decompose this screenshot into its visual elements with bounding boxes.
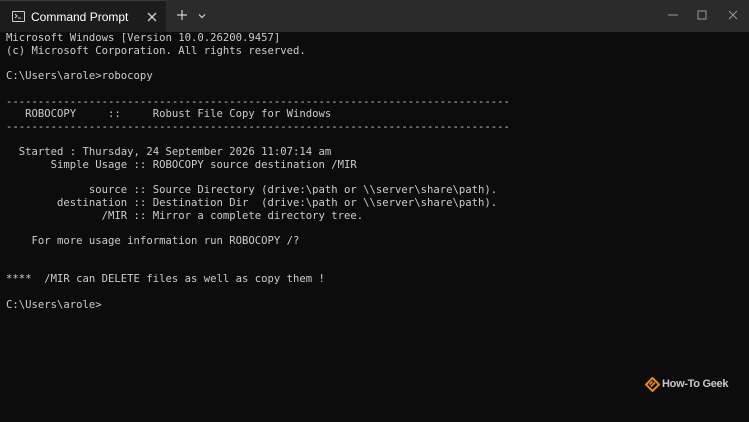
terminal-line: C:\Users\arole>robocopy <box>6 70 153 83</box>
terminal-line: For more usage information run ROBOCOPY … <box>6 235 300 248</box>
tab-command-prompt[interactable]: Command Prompt <box>0 0 166 32</box>
terminal-text: Microsoft Windows [Version 10.0.26200.94… <box>6 32 510 311</box>
terminal-line: Started : Thursday, 24 September 2026 11… <box>6 146 332 159</box>
terminal-line: (c) Microsoft Corporation. All rights re… <box>6 44 306 57</box>
terminal-line: Simple Usage :: ROBOCOPY source destinat… <box>6 159 357 172</box>
tab-title: Command Prompt <box>31 10 129 24</box>
terminal-line: Microsoft Windows [Version 10.0.26200.94… <box>6 32 281 44</box>
watermark-text: How-To Geek <box>662 378 729 390</box>
terminal-line: source :: Source Directory (drive:\path … <box>6 184 498 197</box>
htg-logo-icon <box>644 376 661 397</box>
terminal-line: ROBOCOPY :: Robust File Copy for Windows <box>6 108 332 121</box>
chevron-down-icon[interactable] <box>196 9 208 21</box>
title-bar: Command Prompt <box>0 0 749 32</box>
terminal-icon <box>12 11 25 22</box>
terminal-line: destination :: Destination Dir (drive:\p… <box>6 197 498 210</box>
terminal-line: **** /MIR can DELETE files as well as co… <box>6 273 325 286</box>
close-icon[interactable] <box>145 10 159 24</box>
terminal-line: /MIR :: Mirror a complete directory tree… <box>6 209 364 222</box>
terminal-line: ----------------------------------------… <box>6 120 510 133</box>
minimize-icon[interactable] <box>664 6 682 24</box>
terminal-output[interactable]: Microsoft Windows [Version 10.0.26200.94… <box>0 32 749 422</box>
plus-icon[interactable] <box>175 8 189 22</box>
maximize-icon[interactable] <box>693 6 711 24</box>
terminal-line: ----------------------------------------… <box>6 95 510 108</box>
terminal-line: C:\Users\arole> <box>6 298 102 311</box>
window-close-icon[interactable] <box>724 6 742 24</box>
